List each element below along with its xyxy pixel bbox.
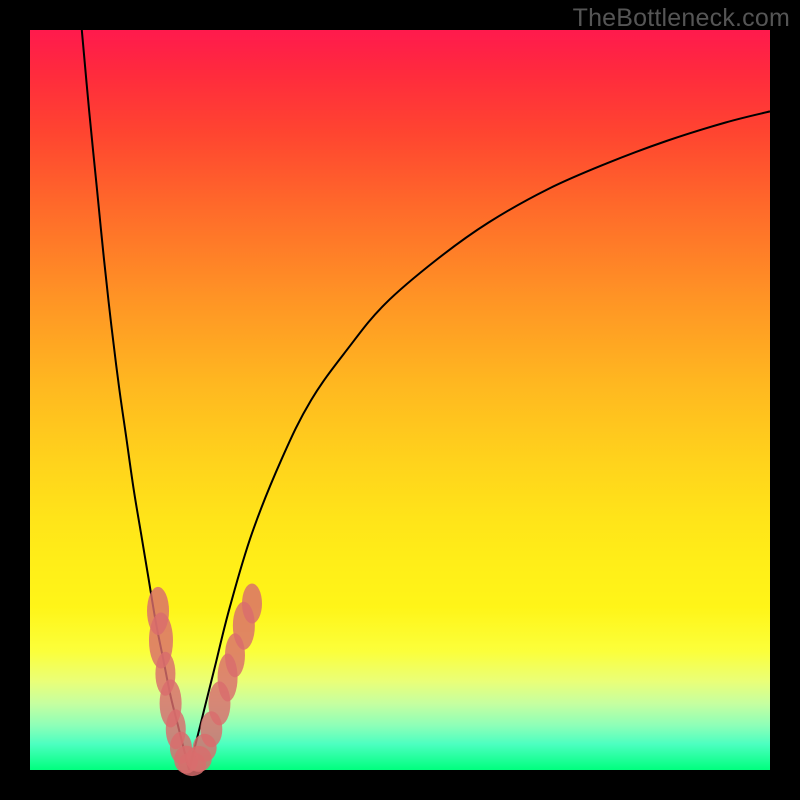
data-markers [147, 584, 262, 777]
chart-svg [30, 30, 770, 770]
curve-right-branch [189, 111, 770, 770]
curve-left-branch [82, 30, 189, 770]
watermark-text: TheBottleneck.com [573, 4, 790, 33]
chart-frame: TheBottleneck.com [0, 0, 800, 800]
data-marker [242, 584, 262, 624]
